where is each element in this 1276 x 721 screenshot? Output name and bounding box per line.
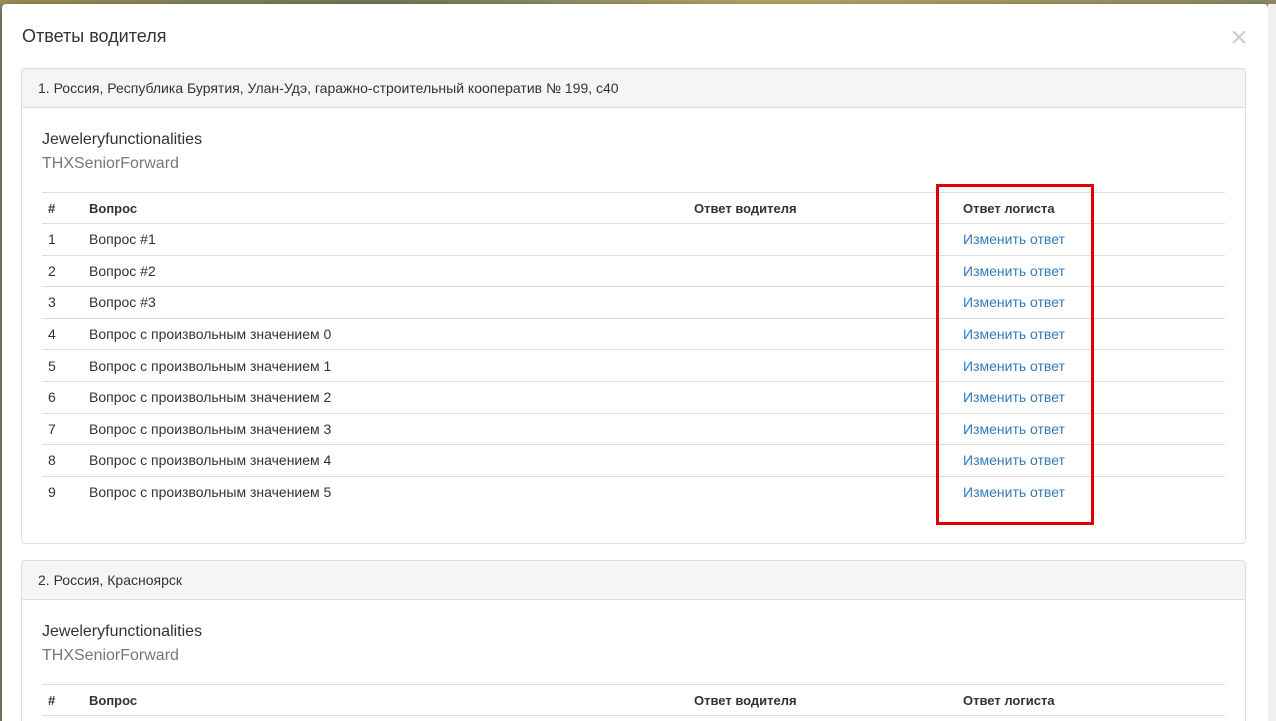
table-row: 4 Вопрос с произвольным значением 0 Изме… xyxy=(42,317,1225,350)
header-driver-answer: Ответ водителя xyxy=(688,192,957,224)
row-question: Вопрос с произвольным значением 2 xyxy=(83,380,688,414)
row-question: Вопрос с произвольным значением 0 xyxy=(83,317,688,350)
edit-answer-link[interactable]: Изменить ответ xyxy=(963,231,1065,247)
row-question: Вопрос #2 xyxy=(83,254,688,287)
edit-answer-link[interactable]: Изменить ответ xyxy=(963,326,1065,342)
address-panel-1: 1. Россия, Республика Бурятия, Улан-Удэ,… xyxy=(21,68,1246,544)
edit-answer-link[interactable]: Изменить ответ xyxy=(963,421,1065,437)
row-question: Вопрос с произвольным значением 5 xyxy=(83,475,688,508)
answers-table: # Вопрос Ответ водителя Ответ логиста xyxy=(42,684,1225,716)
edit-answer-link[interactable]: Изменить ответ xyxy=(963,294,1065,310)
row-question: Вопрос с произвольным значением 1 xyxy=(83,349,688,382)
row-driver-answer xyxy=(688,412,957,445)
driver-answers-modal: Ответы водителя × 1. Россия, Республика … xyxy=(2,4,1268,721)
panel-heading: 1. Россия, Республика Бурятия, Улан-Удэ,… xyxy=(22,69,1245,108)
row-driver-answer xyxy=(688,380,957,414)
row-driver-answer xyxy=(688,349,957,382)
edit-answer-link[interactable]: Изменить ответ xyxy=(963,389,1065,405)
table-row: 1 Вопрос #1 Изменить ответ xyxy=(42,224,1225,256)
panel-heading: 2. Россия, Красноярск xyxy=(22,561,1245,600)
close-icon[interactable]: × xyxy=(1227,23,1251,53)
row-num: 3 xyxy=(42,286,83,319)
header-question: Вопрос xyxy=(83,684,688,716)
modal-title: Ответы водителя xyxy=(22,26,167,46)
row-question: Вопрос #3 xyxy=(83,286,688,319)
row-driver-answer xyxy=(688,475,957,508)
page-scrollbar[interactable] xyxy=(1268,4,1276,721)
row-num: 1 xyxy=(48,231,56,248)
table-header-row: # Вопрос Ответ водителя Ответ логиста xyxy=(42,684,1225,716)
edit-answer-link[interactable]: Изменить ответ xyxy=(963,452,1065,468)
table-row: 6 Вопрос с произвольным значением 2 Изме… xyxy=(42,380,1225,414)
table-row: 7 Вопрос с произвольным значением 3 Изме… xyxy=(42,412,1225,445)
header-logist-answer: Ответ логиста xyxy=(957,192,1225,224)
row-driver-answer xyxy=(688,254,957,287)
address-panel-2: 2. Россия, Красноярск Jeweleryfunctional… xyxy=(21,560,1246,721)
row-num: 2 xyxy=(42,254,83,287)
header-logist-answer: Ответ логиста xyxy=(957,684,1225,716)
row-num: 9 xyxy=(42,475,83,508)
row-num: 7 xyxy=(42,412,83,445)
row-num: 4 xyxy=(42,317,83,350)
row-question: Вопрос с произвольным значением 4 xyxy=(83,444,688,477)
header-question: Вопрос xyxy=(83,192,688,224)
table-row: 9 Вопрос с произвольным значением 5 Изме… xyxy=(42,475,1225,508)
table-row: 3 Вопрос #3 Изменить ответ xyxy=(42,286,1225,319)
row-driver-answer xyxy=(688,444,957,477)
driver-name: Jeweleryfunctionalities xyxy=(42,623,203,640)
table-row: 5 Вопрос с произвольным значением 1 Изме… xyxy=(42,349,1225,382)
row-num: 6 xyxy=(42,380,83,414)
row-driver-answer xyxy=(688,224,957,256)
driver-subtitle: THXSeniorForward xyxy=(42,155,179,172)
driver-subtitle: THXSeniorForward xyxy=(42,647,179,664)
edit-answer-link[interactable]: Изменить ответ xyxy=(963,358,1065,374)
row-question: Вопрос с произвольным значением 3 xyxy=(83,412,688,445)
table-row: 8 Вопрос с произвольным значением 4 Изме… xyxy=(42,444,1225,477)
header-num: # xyxy=(42,192,83,224)
row-driver-answer xyxy=(688,286,957,319)
row-question: Вопрос #1 xyxy=(89,231,156,248)
row-num: 5 xyxy=(42,349,83,382)
table-row: 2 Вопрос #2 Изменить ответ xyxy=(42,254,1225,287)
answers-table: # Вопрос Ответ водителя Ответ логиста 1 … xyxy=(42,192,1225,508)
row-driver-answer xyxy=(688,317,957,350)
table-header-row: # Вопрос Ответ водителя Ответ логиста xyxy=(42,192,1225,224)
row-num: 8 xyxy=(42,444,83,477)
edit-answer-link[interactable]: Изменить ответ xyxy=(963,484,1065,500)
header-num: # xyxy=(42,684,83,716)
edit-answer-link[interactable]: Изменить ответ xyxy=(963,263,1065,279)
header-driver-answer: Ответ водителя xyxy=(688,684,957,716)
driver-name: Jeweleryfunctionalities xyxy=(42,131,203,148)
